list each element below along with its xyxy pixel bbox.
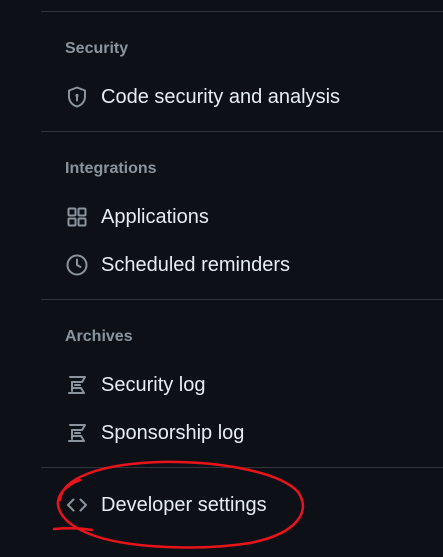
settings-sidebar: Security Code security and analysis Inte… xyxy=(0,0,443,557)
sidebar-item-security-log[interactable]: Security log xyxy=(56,365,429,405)
section-heading-security: Security xyxy=(65,40,129,57)
divider xyxy=(41,11,443,12)
shield-lock-icon xyxy=(64,84,90,110)
section-heading-integrations: Integrations xyxy=(65,160,157,177)
sidebar-item-label: Scheduled reminders xyxy=(101,254,290,276)
sidebar-item-label: Sponsorship log xyxy=(101,422,245,444)
sidebar-item-developer-settings[interactable]: Developer settings xyxy=(56,485,429,525)
section-heading-archives: Archives xyxy=(65,328,133,345)
log-icon xyxy=(64,372,90,398)
sidebar-item-label: Developer settings xyxy=(101,494,267,516)
divider xyxy=(41,467,443,468)
sidebar-item-code-security[interactable]: Code security and analysis xyxy=(56,77,429,117)
sidebar-item-applications[interactable]: Applications xyxy=(56,197,429,237)
sidebar-item-sponsorship-log[interactable]: Sponsorship log xyxy=(56,413,429,453)
sidebar-item-label: Code security and analysis xyxy=(101,86,341,108)
clock-icon xyxy=(64,252,90,278)
divider xyxy=(41,299,443,300)
divider xyxy=(41,131,443,132)
apps-grid-icon xyxy=(64,204,90,230)
sidebar-item-label: Applications xyxy=(101,206,209,228)
sidebar-item-scheduled-reminders[interactable]: Scheduled reminders xyxy=(56,245,429,285)
code-icon xyxy=(64,492,90,518)
log-icon xyxy=(64,420,90,446)
sidebar-item-label: Security log xyxy=(101,374,206,396)
